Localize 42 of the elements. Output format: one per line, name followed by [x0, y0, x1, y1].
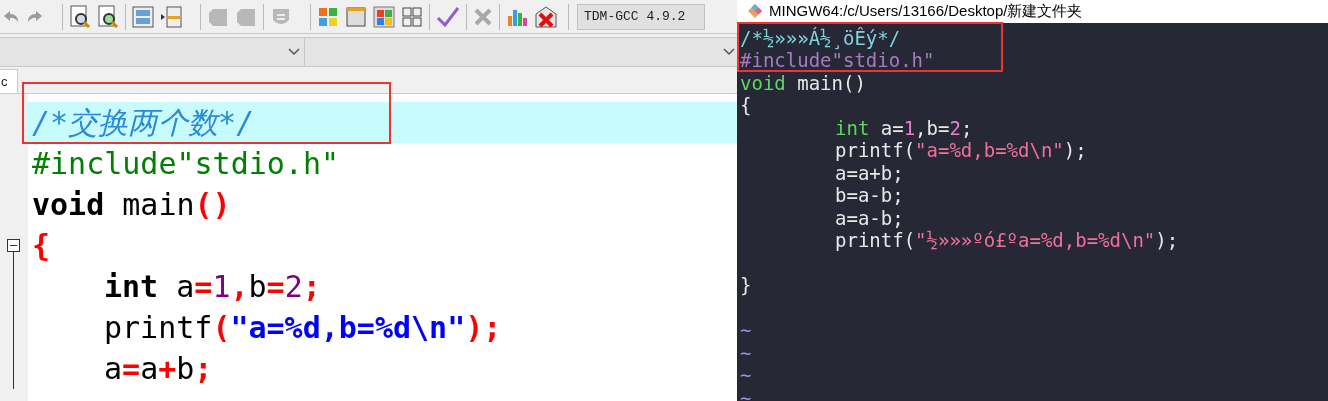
windows-icon[interactable] — [373, 5, 395, 28]
terminal-line: /*½»»»Á½¸öÊý*/ — [740, 26, 901, 49]
terminal-line: } — [740, 274, 752, 296]
redo-icon[interactable] — [26, 9, 44, 24]
chevron-icon — [288, 48, 300, 56]
empty-line-marker: ~ — [740, 341, 752, 364]
code-line: int a=1,b=2; — [103, 268, 321, 306]
window-title: MINGW64:/c/Users/13166/Desktop/新建文件夹 — [769, 1, 1083, 21]
code-line: /*交换两个数*/ — [32, 104, 255, 142]
compiler-select[interactable]: TDM-GCC 4.9.2 — [577, 3, 705, 30]
terminal-line: #include"stdio.h" — [740, 49, 935, 71]
delete-chart-icon[interactable] — [534, 5, 558, 28]
terminal-line: a=a-b; — [834, 206, 904, 229]
layout-icon[interactable] — [132, 5, 154, 28]
file-tab[interactable]: c — [0, 69, 18, 93]
code-line: printf("a=%d,b=%d\n"); — [103, 309, 502, 347]
tiles-icon[interactable] — [401, 5, 423, 28]
split-icon[interactable] — [160, 5, 182, 28]
grid-icon[interactable] — [317, 5, 339, 28]
terminal-line: void main() — [740, 71, 866, 94]
close-icon[interactable] — [473, 6, 493, 27]
fold-icon[interactable] — [7, 239, 20, 252]
empty-line-marker: ~ — [740, 386, 752, 401]
terminal-line: { — [740, 94, 752, 116]
replace-icon[interactable] — [97, 4, 119, 29]
terminal-line: b=a-b; — [834, 184, 904, 206]
app-icon — [747, 3, 763, 20]
terminal-line: printf("½»»»ºó£ºa=%d,b=%d\n"); — [834, 229, 1179, 251]
find-icon[interactable] — [69, 4, 91, 29]
empty-line-marker: ~ — [740, 364, 752, 386]
code-line: { — [32, 227, 51, 265]
terminal-line: printf("a=%d,b=%d\n"); — [834, 139, 1087, 161]
empty-line-marker: ~ — [740, 319, 752, 341]
chevron-icon — [723, 48, 735, 56]
code-line: a=a+b; — [103, 350, 213, 388]
terminal-line: int a=1,b=2; — [834, 116, 973, 139]
terminal-line: a=a+b; — [834, 161, 904, 184]
code-line: #include"stdio.h" — [32, 145, 340, 183]
code-line: void main() — [32, 186, 231, 224]
undo-icon[interactable] — [2, 9, 20, 24]
check-icon[interactable] — [436, 5, 460, 28]
window-icon[interactable] — [345, 5, 367, 28]
